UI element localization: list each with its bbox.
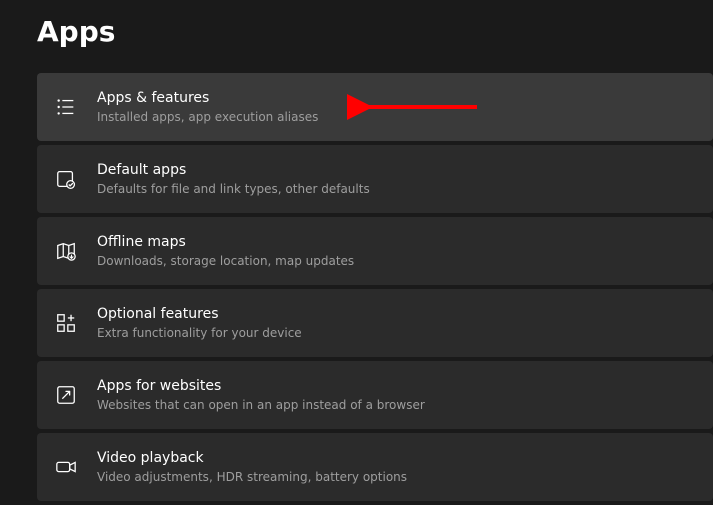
item-subtitle: Extra functionality for your device [97, 325, 302, 342]
annotation-arrow-icon [347, 92, 487, 122]
item-title: Apps for websites [97, 377, 425, 395]
video-playback-icon [55, 456, 77, 478]
item-title: Default apps [97, 161, 370, 179]
apps-features-icon [55, 96, 77, 118]
apps-for-websites-icon [55, 384, 77, 406]
item-title: Apps & features [97, 89, 318, 107]
video-playback-item[interactable]: Video playback Video adjustments, HDR st… [37, 433, 713, 501]
item-text: Video playback Video adjustments, HDR st… [97, 449, 407, 486]
item-text: Optional features Extra functionality fo… [97, 305, 302, 342]
item-title: Video playback [97, 449, 407, 467]
settings-list: Apps & features Installed apps, app exec… [37, 73, 713, 501]
item-title: Offline maps [97, 233, 354, 251]
item-title: Optional features [97, 305, 302, 323]
apps-and-features-item[interactable]: Apps & features Installed apps, app exec… [37, 73, 713, 141]
page-title: Apps [37, 15, 713, 48]
apps-for-websites-item[interactable]: Apps for websites Websites that can open… [37, 361, 713, 429]
item-text: Default apps Defaults for file and link … [97, 161, 370, 198]
offline-maps-icon [55, 240, 77, 262]
item-subtitle: Video adjustments, HDR streaming, batter… [97, 469, 407, 486]
default-apps-icon [55, 168, 77, 190]
item-subtitle: Downloads, storage location, map updates [97, 253, 354, 270]
optional-features-icon [55, 312, 77, 334]
item-text: Apps & features Installed apps, app exec… [97, 89, 318, 126]
optional-features-item[interactable]: Optional features Extra functionality fo… [37, 289, 713, 357]
apps-settings-page: Apps Apps & features Installed apps, app… [0, 0, 713, 505]
offline-maps-item[interactable]: Offline maps Downloads, storage location… [37, 217, 713, 285]
item-subtitle: Defaults for file and link types, other … [97, 181, 370, 198]
item-text: Offline maps Downloads, storage location… [97, 233, 354, 270]
item-subtitle: Installed apps, app execution aliases [97, 109, 318, 126]
item-text: Apps for websites Websites that can open… [97, 377, 425, 414]
item-subtitle: Websites that can open in an app instead… [97, 397, 425, 414]
default-apps-item[interactable]: Default apps Defaults for file and link … [37, 145, 713, 213]
